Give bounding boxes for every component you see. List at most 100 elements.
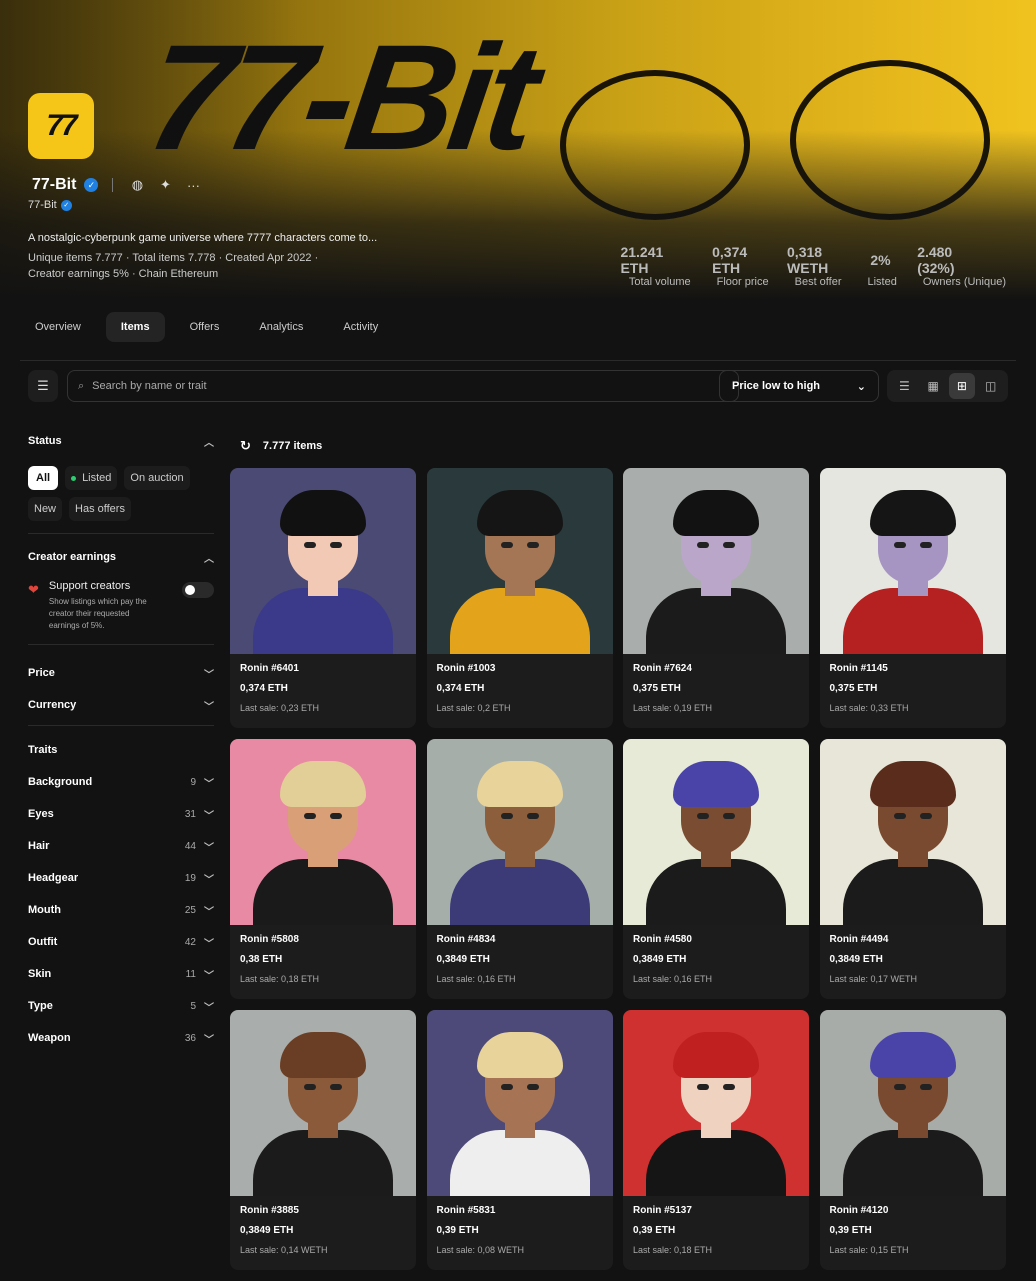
listed-dot-icon [71,475,77,481]
item-image[interactable] [230,739,416,925]
character-eye-right [330,542,342,548]
status-on-auction[interactable]: On auction [124,466,190,490]
item-card[interactable]: Ronin #4120 0,39 ETH Last sale: 0,15 ETH [819,1010,1006,1270]
character-eye-left [697,1084,709,1090]
item-card[interactable]: Ronin #1145 0,375 ETH Last sale: 0,33 ETH [819,468,1006,728]
item-last-sale: Last sale: 0,2 ETH [436,703,511,713]
item-name: Ronin #5831 [436,1205,496,1216]
item-name: Ronin #6401 [240,663,299,674]
character-eye-right [526,813,539,819]
status-section-header[interactable]: Status ︿ [28,430,214,452]
item-card[interactable]: Ronin #4580 0,3849 ETH Last sale: 0,16 ETH [623,739,809,999]
twitter-icon[interactable]: ✦ [155,177,175,193]
support-creators-label: Support creators [48,580,131,592]
item-card[interactable]: Ronin #5808 0,38 ETH Last sale: 0,18 ETH [230,739,416,999]
trait-hair[interactable]: Hair 44 ﹀ [28,830,214,862]
character-eye-left [500,1084,513,1090]
item-image[interactable] [819,1010,1006,1196]
filter-toggle-button[interactable]: ☰ [28,370,58,402]
item-card[interactable]: Ronin #4494 0,3849 ETH Last sale: 0,17 WET… [819,739,1006,999]
character-eye-left [697,542,709,548]
trait-count: 19 [184,872,196,884]
status-listed[interactable]: Listed [65,466,118,490]
trait-headgear[interactable]: Headgear 19 ﹀ [28,862,214,894]
sort-label: Price low to high [732,380,821,392]
item-price: 0,3849 ETH [436,954,490,965]
character-hair [280,761,366,807]
item-image[interactable] [426,1010,613,1196]
mosaic-view-icon[interactable]: ◫ [978,373,1004,399]
creator-link[interactable]: 77-Bit ✓ [28,199,72,211]
item-price: 0,39 ETH [633,1225,676,1236]
small-grid-view-icon[interactable]: ▦ [920,373,946,399]
item-name: Ronin #5137 [633,1205,692,1216]
creator-earnings-header[interactable]: Creator earnings ︿ [28,546,214,568]
search-icon: ⌕ [78,379,85,392]
character-hair [673,1032,759,1078]
character-hair [869,1032,956,1078]
list-view-icon[interactable]: ☰ [891,373,917,399]
item-last-sale: Last sale: 0,15 ETH [829,1245,909,1255]
status-has-offers[interactable]: Has offers [69,497,131,521]
support-creators-toggle[interactable] [182,582,214,598]
collection-title-bar: 77-Bit ✓ ◍ ✦ ··· [32,176,203,194]
trait-skin[interactable]: Skin 11 ﹀ [28,958,214,990]
item-image[interactable] [819,739,1006,925]
tab-activity[interactable]: Activity [328,312,393,342]
item-image[interactable] [623,739,809,925]
heart-hand-icon: ❤ [28,582,39,597]
item-image[interactable] [623,468,809,654]
price-filter-header[interactable]: Price ﹀ [28,657,214,689]
item-card[interactable]: Ronin #3885 0,3849 ETH Last sale: 0,14 WET… [230,1010,416,1270]
item-last-sale: Last sale: 0,08 WETH [436,1245,525,1255]
item-card[interactable]: Ronin #5137 0,39 ETH Last sale: 0,18 ETH [623,1010,809,1270]
trait-eyes[interactable]: Eyes 31 ﹀ [28,798,214,830]
trait-mouth[interactable]: Mouth 25 ﹀ [28,894,214,926]
collection-description[interactable]: A nostalgic-cyberpunk game universe wher… [28,232,377,244]
search-input[interactable] [92,380,693,392]
character-eye-left [304,1084,316,1090]
item-name: Ronin #7624 [633,663,692,674]
item-image[interactable] [426,468,613,654]
character-torso [842,588,983,654]
trait-name: Mouth [28,904,61,916]
trait-weapon[interactable]: Weapon 36 ﹀ [28,1022,214,1054]
item-card[interactable]: Ronin #7624 0,375 ETH Last sale: 0,19 ETH [623,468,809,728]
item-image[interactable] [230,468,416,654]
tab-overview[interactable]: Overview [20,312,96,342]
item-card[interactable]: Ronin #1003 0,374 ETH Last sale: 0,2 ETH [426,468,613,728]
trait-outfit[interactable]: Outfit 42 ﹀ [28,926,214,958]
tab-items[interactable]: Items [105,312,165,342]
item-image[interactable] [230,1010,416,1196]
item-image[interactable] [819,468,1006,654]
item-last-sale: Last sale: 0,18 ETH [240,974,320,984]
trait-background[interactable]: Background 9 ﹀ [28,766,214,798]
character-torso [253,859,393,925]
meta-line-1: Unique items 7.777 · Total items 7.778 ·… [28,252,319,264]
character-eye-right [919,542,932,548]
item-card[interactable]: Ronin #5831 0,39 ETH Last sale: 0,08 WETH [426,1010,613,1270]
item-image[interactable] [623,1010,809,1196]
character-torso [253,1130,393,1196]
item-image[interactable] [426,739,613,925]
character-eye-right [919,813,932,819]
item-card[interactable]: Ronin #6401 0,374 ETH Last sale: 0,23 ETH [230,468,416,728]
more-options-icon[interactable]: ··· [183,178,203,193]
items-grid: Ronin #6401 0,374 ETH Last sale: 0,23 ETH R… [230,468,1006,1270]
creator-verified-icon: ✓ [60,199,72,211]
currency-filter-header[interactable]: Currency ﹀ [28,689,214,721]
chevron-down-icon: ﹀ [204,1034,214,1046]
status-all[interactable]: All [28,466,59,490]
sort-select[interactable]: Price low to high ⌄ [719,370,879,402]
tab-offers[interactable]: Offers [175,312,235,342]
globe-icon[interactable]: ◍ [127,177,147,193]
status-new[interactable]: New [28,497,63,521]
search-box[interactable]: ⌕ [67,370,739,402]
item-card[interactable]: Ronin #4834 0,3849 ETH Last sale: 0,16 ETH [426,739,613,999]
tab-analytics[interactable]: Analytics [244,312,318,342]
trait-name: Headgear [28,872,79,884]
trait-type[interactable]: Type 5 ﹀ [28,990,214,1022]
refresh-icon[interactable]: ↻ [240,438,251,454]
large-grid-view-icon[interactable]: ⊞ [948,373,975,399]
item-price: 0,3849 ETH [633,954,687,965]
